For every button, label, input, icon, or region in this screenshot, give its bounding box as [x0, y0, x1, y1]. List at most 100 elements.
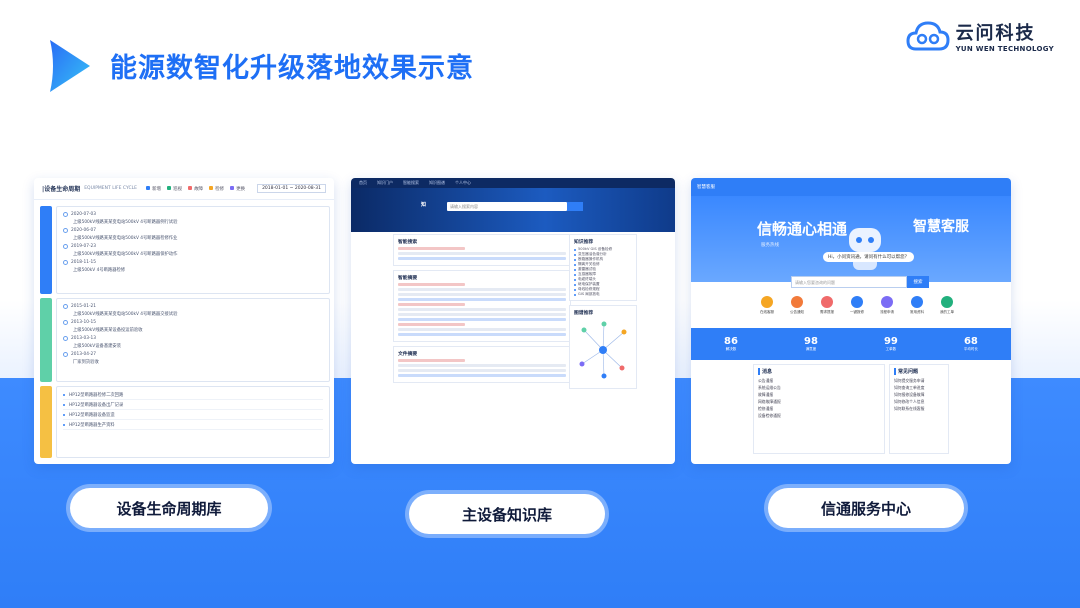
panel-title: 常见问题 — [894, 368, 944, 375]
service-search-button[interactable]: 搜索 — [907, 276, 929, 288]
document-icon — [911, 296, 923, 308]
nav-item[interactable]: 智能搜索 — [403, 180, 419, 186]
quick-entry[interactable]: 需求提报 — [817, 296, 837, 315]
nav-item[interactable]: 知识图谱 — [429, 180, 445, 186]
knowledge-search-input[interactable]: 请输入搜索内容 — [447, 202, 567, 211]
knowledge-banner: 知 请输入搜索内容 — [351, 188, 675, 232]
timeline-event[interactable]: 上级500kV线路某某变电站500kV 4号断路器例行试验 — [63, 218, 323, 226]
service-icon — [761, 296, 773, 308]
operation-section: 2020-07-03 上级500kV线路某某变电站500kV 4号断路器例行试验… — [38, 206, 330, 294]
nav-item[interactable]: 首页 — [359, 180, 367, 186]
lifecycle-subtitle: EQUIPMENT LIFE CYCLE — [84, 186, 137, 191]
quick-entry[interactable]: 一键报修 — [847, 296, 867, 315]
result-panel: 智能摘要 — [393, 270, 571, 342]
panel-title: 智能摘要 — [398, 276, 418, 281]
timeline-event[interactable]: 厂家到货验收 — [63, 358, 323, 366]
list-item[interactable]: HP12型断路器设备出厂记录 — [63, 400, 323, 410]
service-search-input[interactable]: 请输入您要咨询的问题 — [791, 276, 907, 288]
legend-item: 巡视 — [167, 185, 182, 192]
hero-logo: 信畅通心相通 — [757, 220, 848, 238]
section-rail — [40, 386, 52, 458]
timeline-event[interactable]: 上级500kV 4号断路器检修 — [63, 266, 323, 274]
timeline-date: 2013-04-27 — [63, 350, 323, 358]
timeline-date: 2020-07-03 — [63, 210, 323, 218]
stat-item: 99 工单数 — [883, 336, 898, 351]
caption-knowledge-base: 主设备知识库 — [409, 494, 605, 534]
timeline-date: 2013-03-13 — [63, 334, 323, 342]
news-category[interactable]: 故障通报 — [758, 392, 880, 399]
quick-entry[interactable]: 在线客服 — [757, 296, 777, 315]
stat-item: 98 满意度 — [803, 336, 818, 351]
knowledge-graph-icon — [579, 321, 627, 379]
knowledge-nav: 首页 知识门户 智能搜索 知识图谱 个人中心 — [351, 178, 675, 188]
stat-item: 86 解决数 — [724, 336, 738, 351]
panel-title: 智能搜索 — [398, 240, 418, 245]
acceptance-section: 2015-01-21 上级500kV线路某某变电站500kV 4号断路器交接试验… — [38, 298, 330, 382]
nav-item[interactable]: 个人中心 — [455, 180, 471, 186]
result-panel: 智能搜索 — [393, 234, 571, 266]
result-panel: 文件摘要 — [393, 346, 571, 383]
news-panel: 消息 公告通报 系统运维公告 故障通报 网络故障通报 检修通报 设备检修通报 — [753, 364, 885, 454]
service-quick-icons: 在线客服 公告通知 需求提报 一键报修 流程申请 常用资料 我的工单 — [757, 296, 957, 315]
arrow-logo-icon — [50, 40, 90, 92]
repair-icon — [851, 296, 863, 308]
service-top-title[interactable]: 智慧客服 — [697, 184, 715, 190]
quick-entry[interactable]: 公告通知 — [787, 296, 807, 315]
timeline-event[interactable]: 上级500kV线路某某变电站500kV 4号断路器检修作业 — [63, 234, 323, 242]
quick-entry[interactable]: 流程申请 — [877, 296, 897, 315]
faq-panel: 常见问题 如何提交服务申请 如何查询工单进度 如何报修设备故障 如何修改个人信息… — [889, 364, 949, 454]
faq-item[interactable]: 如何提交服务申请 — [894, 378, 944, 385]
news-category[interactable]: 检修通报 — [758, 406, 880, 413]
timeline-event[interactable]: 上级500kV线路某某变电站500kV 4号断路器保护动作 — [63, 250, 323, 258]
quick-entry[interactable]: 常用资料 — [907, 296, 927, 315]
faq-item[interactable]: 如何联系在线客服 — [894, 406, 944, 413]
timeline-event[interactable]: 上级500kV线路某某设备投运前验收 — [63, 326, 323, 334]
cloud-logo-icon — [906, 21, 950, 51]
service-hero: 信畅通心相通 智慧客服 服务热线 — [691, 196, 1011, 282]
timeline-date: 2015-01-21 — [63, 302, 323, 310]
hero-title: 智慧客服 — [913, 219, 969, 235]
recommend-panel: 知识推荐 500kV GIS 设备检修 变压器油色谱分析 断路器操作机构 隔离开… — [569, 234, 637, 301]
list-item[interactable]: HP12型断路器生产资料 — [63, 420, 323, 430]
page-title: 能源数智化升级落地效果示意 — [110, 53, 474, 84]
list-item[interactable]: GIS 局部放电 — [574, 292, 632, 297]
legend-item: 更换 — [230, 185, 245, 192]
graph-panel: 图谱推荐 — [569, 305, 637, 389]
timeline-event[interactable]: 上级500kV设备基建安装 — [63, 342, 323, 350]
process-icon — [881, 296, 893, 308]
ticket-icon — [941, 296, 953, 308]
legend-item: 故障 — [188, 185, 203, 192]
lifecycle-title: |设备生命周期 — [42, 186, 81, 193]
equipment-lifecycle-screenshot: |设备生命周期 EQUIPMENT LIFE CYCLE 新增 巡视 故障 检修… — [34, 178, 334, 464]
timeline-date: 2020-06-07 — [63, 226, 323, 234]
search-button[interactable] — [567, 202, 583, 211]
chat-bubble: Hi，小问资讯通，请问有什么可以帮您？ — [823, 252, 915, 262]
timeline-event[interactable]: 上级500kV线路某某变电站500kV 4号断路器交接试验 — [63, 310, 323, 318]
faq-item[interactable]: 如何查询工单进度 — [894, 385, 944, 392]
timeline-date: 2013-10-15 — [63, 318, 323, 326]
list-item[interactable]: HP12型断路器设备监造 — [63, 410, 323, 420]
section-rail — [40, 206, 52, 294]
panel-title: 消息 — [758, 368, 880, 375]
news-category[interactable]: 公告通报 — [758, 378, 880, 385]
service-topbar: 智慧客服 — [691, 178, 1011, 196]
knowledge-results: 智能搜索 智能摘要 文件摘要 — [393, 234, 571, 387]
date-range-picker[interactable]: 2018-01-01 ~ 2020-08-31 — [257, 184, 326, 193]
knowledge-sidebar: 知识推荐 500kV GIS 设备检修 变压器油色谱分析 断路器操作机构 隔离开… — [569, 234, 637, 393]
list-item[interactable]: HP12型断路器检修二次回路 — [63, 390, 323, 400]
legend-item: 新增 — [146, 185, 161, 192]
news-item[interactable]: 网络故障通报 — [758, 399, 880, 406]
hero-subtitle: 服务热线 — [761, 243, 779, 248]
timeline-date: 2019-07-23 — [63, 242, 323, 250]
faq-item[interactable]: 如何报修设备故障 — [894, 392, 944, 399]
brand-logo: 云问科技 YUN WEN TECHNOLOGY — [906, 16, 1054, 56]
brand-english: YUN WEN TECHNOLOGY — [955, 45, 1054, 53]
service-center-screenshot: 智慧客服 信畅通心相通 智慧客服 服务热线 Hi，小问资讯通，请问有什么可以帮您… — [691, 178, 1011, 464]
news-item[interactable]: 设备检修通报 — [758, 413, 880, 420]
panel-title: 知识推荐 — [574, 240, 594, 245]
faq-item[interactable]: 如何修改个人信息 — [894, 399, 944, 406]
notice-icon — [791, 296, 803, 308]
quick-entry[interactable]: 我的工单 — [937, 296, 957, 315]
news-item[interactable]: 系统运维公告 — [758, 385, 880, 392]
nav-item[interactable]: 知识门户 — [377, 180, 393, 186]
